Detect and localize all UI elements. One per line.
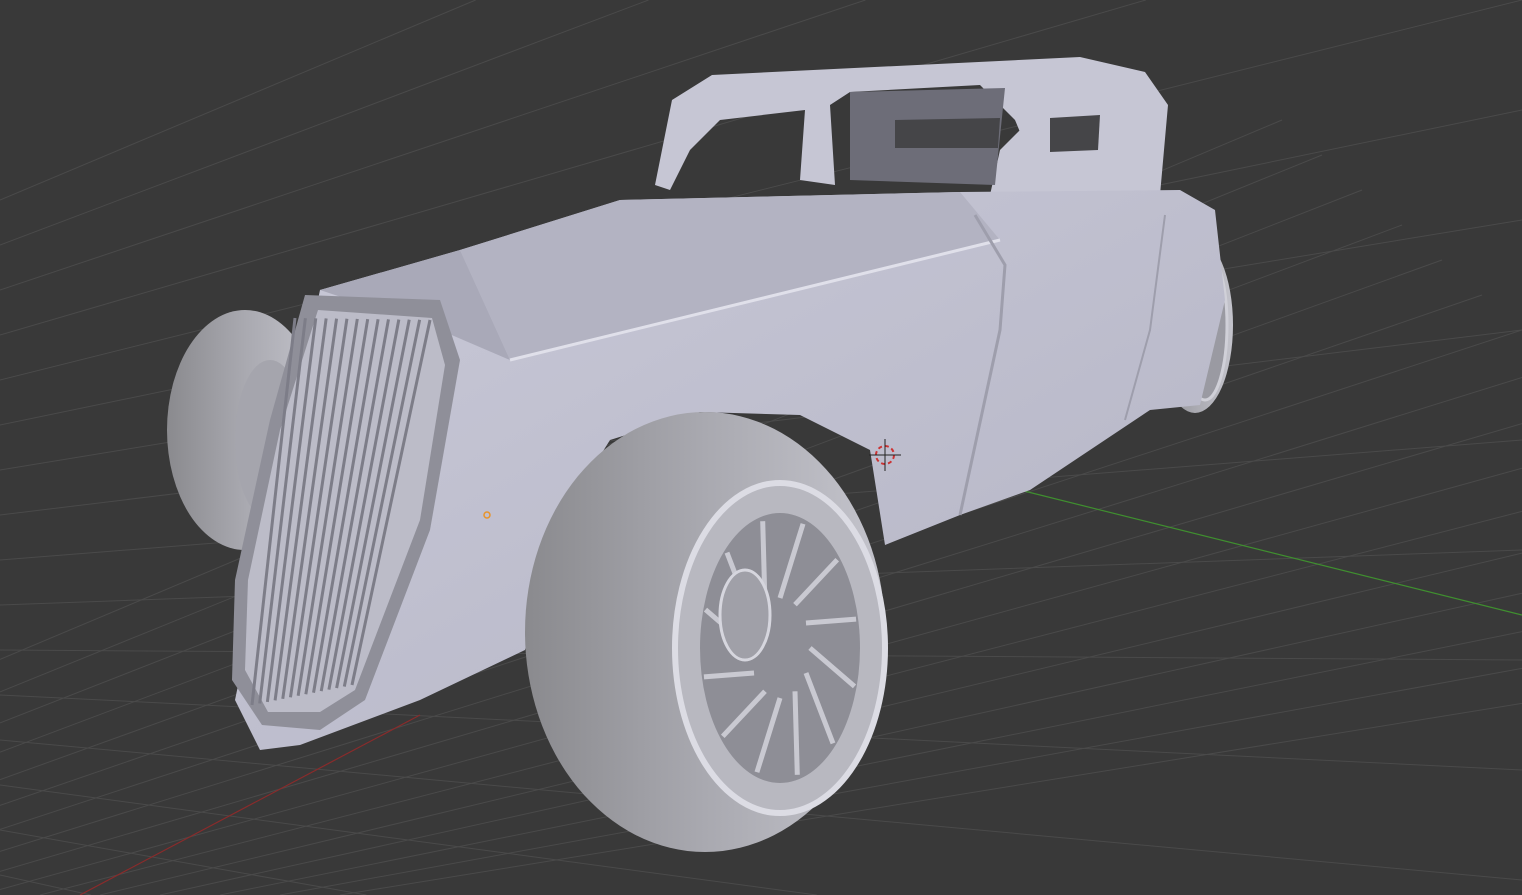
grid-line xyxy=(0,0,476,201)
3d-viewport[interactable] xyxy=(0,0,1522,895)
front-wheel-inner xyxy=(700,513,860,783)
window-opening xyxy=(895,118,1000,148)
grid-line xyxy=(339,702,1522,895)
viewport-scene[interactable] xyxy=(0,0,1522,895)
wheel-spoke xyxy=(792,691,800,775)
car-model[interactable] xyxy=(167,57,1233,852)
x-axis-line xyxy=(79,714,421,895)
window-opening xyxy=(1050,115,1100,152)
grid-line xyxy=(0,0,649,246)
wheel-hub xyxy=(718,568,772,662)
